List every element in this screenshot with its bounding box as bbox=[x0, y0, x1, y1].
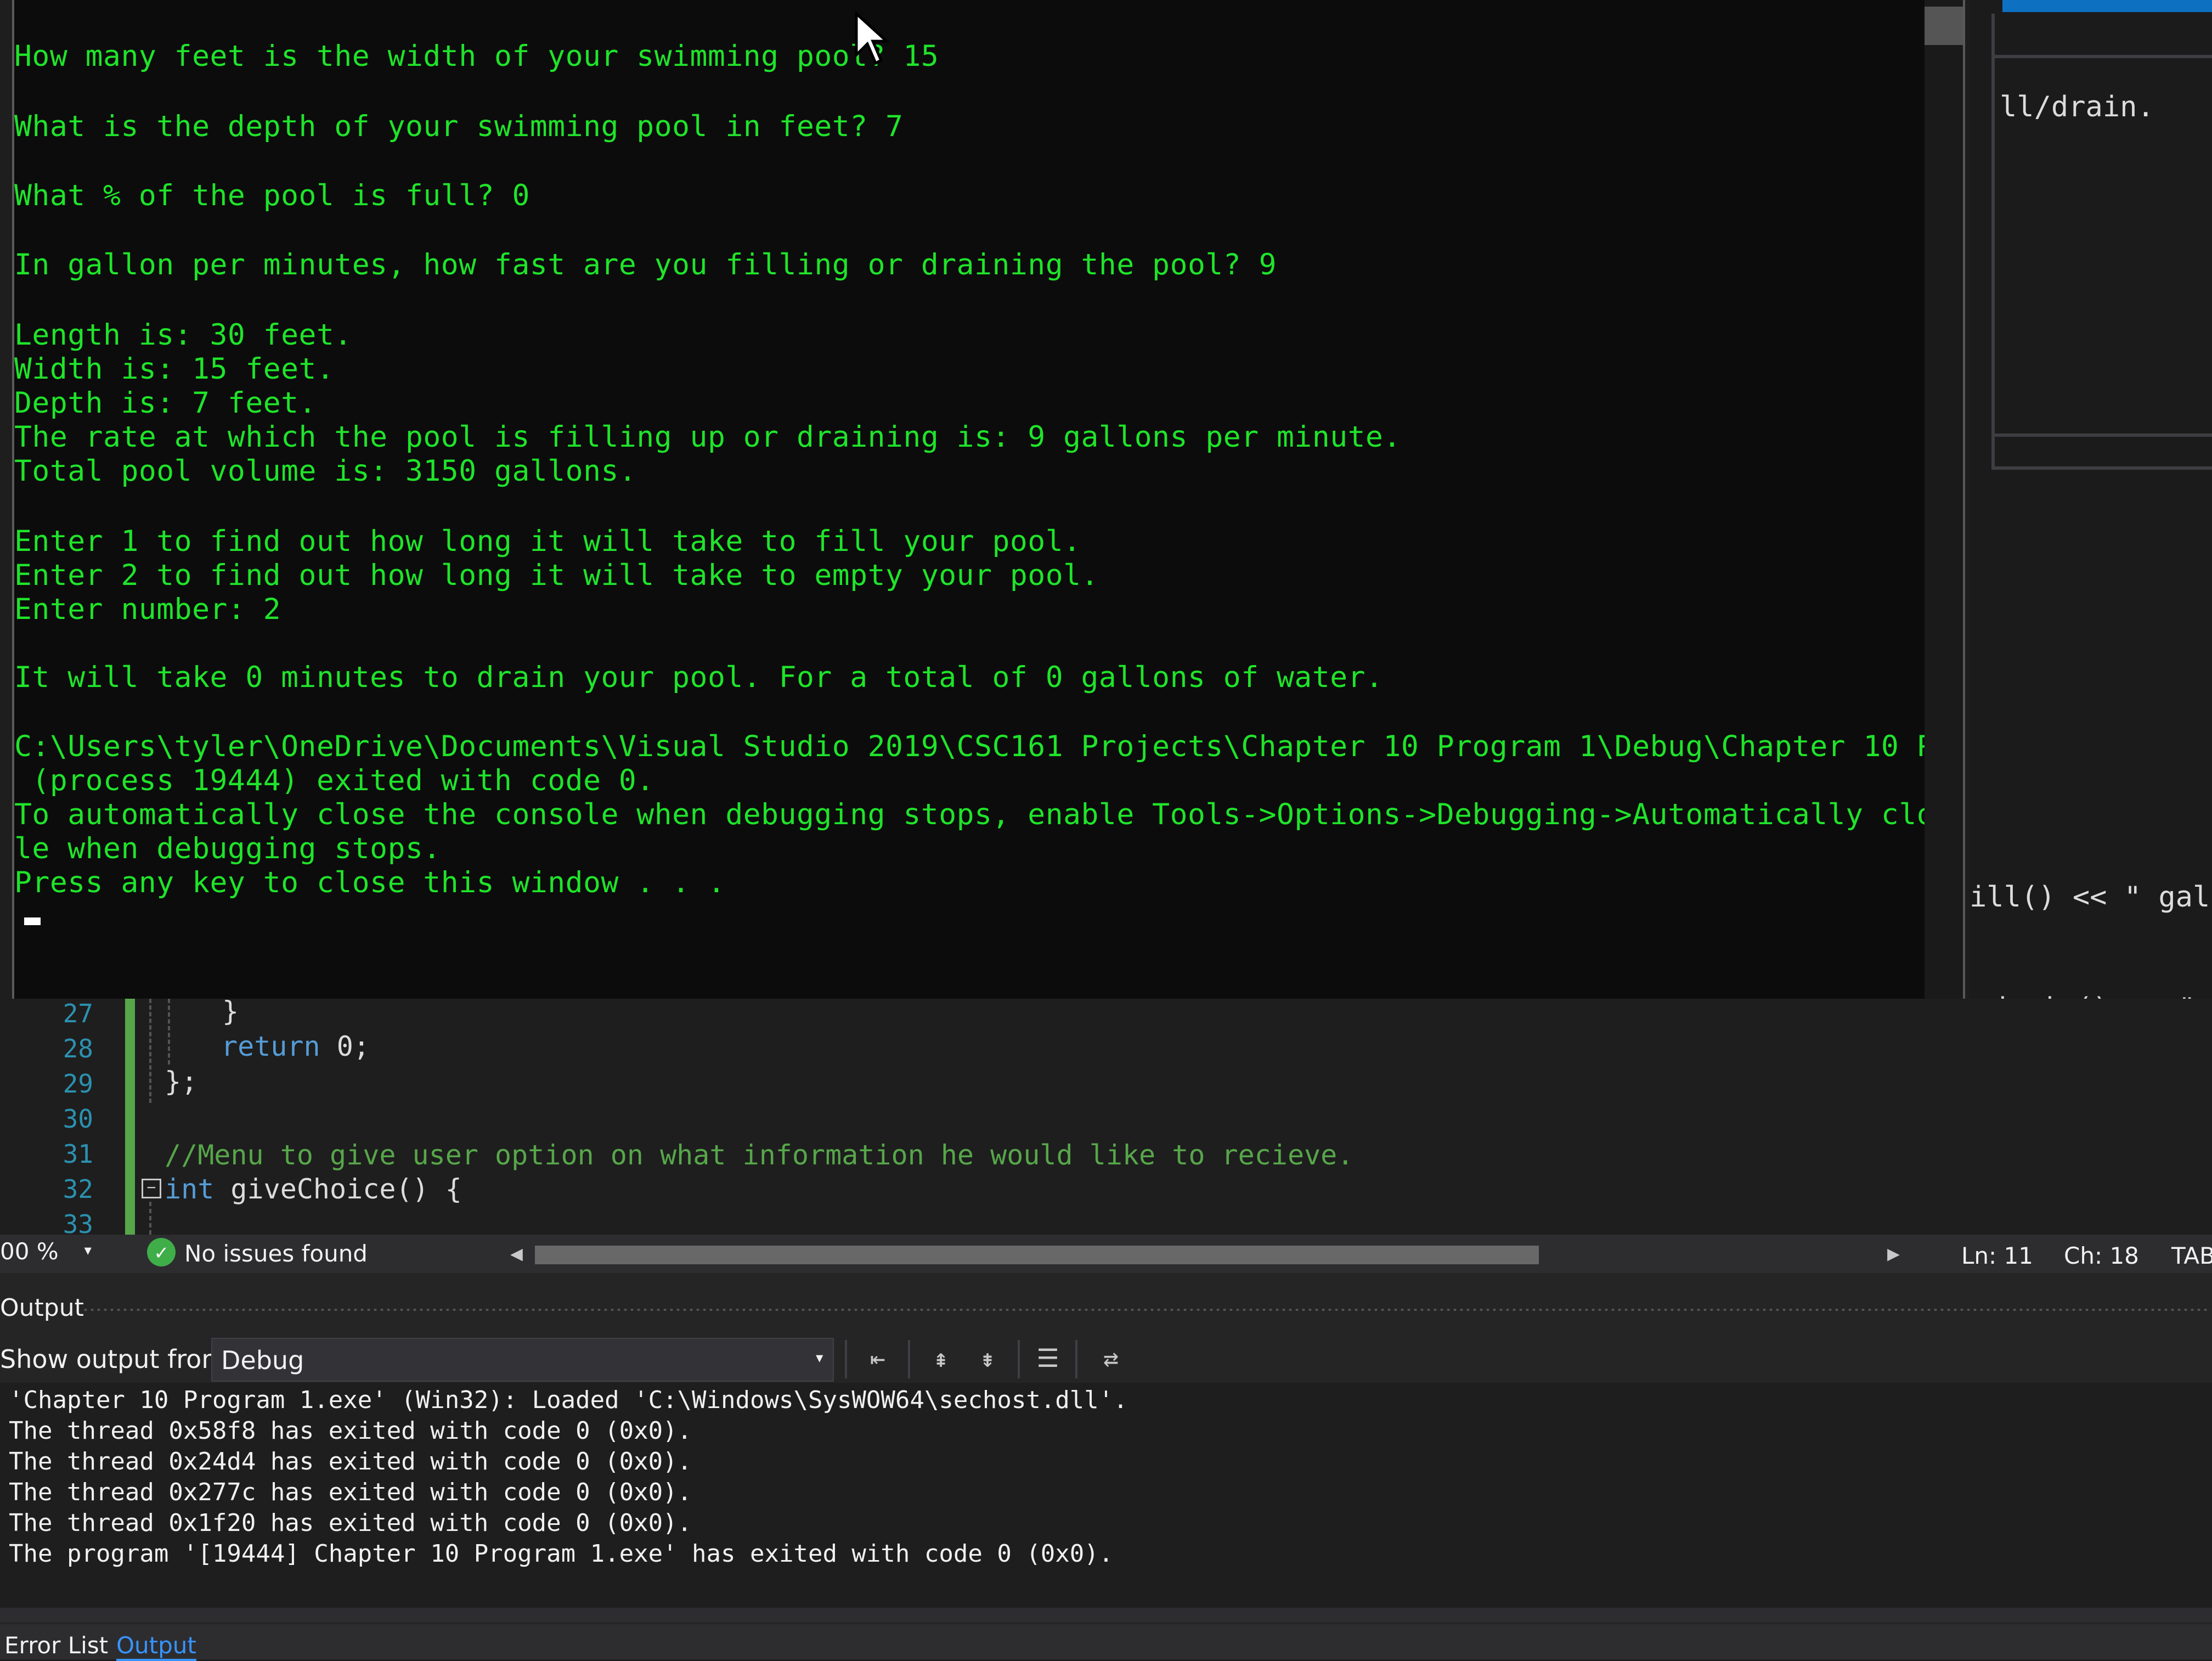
tab-error-list[interactable]: Error List bbox=[4, 1632, 108, 1659]
output-panel: Output Show output from: Debug ▾ ⇤ ⇞ ⇟ ☰… bbox=[0, 1273, 2212, 1659]
editor-status-bar: 00 % ▾ ✓ No issues found ◀ ▶ Ln: 11 Ch: … bbox=[0, 1235, 2212, 1273]
show-output-label: Show output from: bbox=[0, 1344, 235, 1374]
console-line: How many feet is the width of your swimm… bbox=[14, 40, 939, 73]
output-line: The program '[19444] Chapter 10 Program … bbox=[9, 1540, 1114, 1568]
line-number: 30 bbox=[63, 1104, 93, 1134]
code-line: }; bbox=[165, 1066, 198, 1097]
code-comment: //Menu to give user option on what infor… bbox=[165, 1139, 1354, 1171]
issues-status[interactable]: No issues found bbox=[184, 1240, 368, 1267]
code-fragment: ll/drain. bbox=[2000, 91, 2154, 123]
console-line: Length is: 30 feet. bbox=[14, 318, 352, 352]
divider bbox=[1991, 433, 2212, 437]
clear-all-icon[interactable]: ☰ bbox=[1029, 1339, 1067, 1377]
chevron-down-icon: ▾ bbox=[814, 1347, 825, 1369]
go-to-next-icon[interactable]: ⇟ bbox=[968, 1339, 1007, 1377]
output-line: The thread 0x1f20 has exited with code 0… bbox=[9, 1509, 692, 1537]
line-number: 32 bbox=[63, 1174, 93, 1204]
output-line: 'Chapter 10 Program 1.exe' (Win32): Load… bbox=[9, 1386, 1128, 1414]
code-editor[interactable]: 27 28 29 30 31 32 33 } return 0; }; //Me… bbox=[0, 995, 2212, 1239]
code-line: return 0; bbox=[221, 1031, 370, 1062]
tab-output[interactable]: Output bbox=[116, 1632, 196, 1661]
console-line: What is the depth of your swimming pool … bbox=[14, 110, 904, 143]
indent-mode[interactable]: TAB bbox=[2171, 1242, 2212, 1269]
console-line: le when debugging stops. bbox=[14, 832, 441, 865]
line-indicator[interactable]: Ln: 11 bbox=[1961, 1242, 2033, 1269]
indent-guide bbox=[149, 1202, 151, 1235]
code-fragment: ill() << " gallo bbox=[1970, 881, 2212, 914]
indent-guide bbox=[168, 999, 170, 1065]
chevron-down-icon[interactable]: ▾ bbox=[82, 1239, 93, 1261]
console-line: Enter 2 to find out how long it will tak… bbox=[14, 559, 1099, 592]
toolbar-separator bbox=[1075, 1340, 1077, 1378]
check-circle-icon[interactable]: ✓ bbox=[147, 1238, 176, 1266]
line-number: 28 bbox=[63, 1034, 93, 1063]
console-window[interactable]: How many feet is the width of your swimm… bbox=[12, 0, 1965, 1021]
change-indicator bbox=[125, 999, 135, 1235]
scroll-left-icon[interactable]: ◀ bbox=[510, 1241, 523, 1265]
console-line: Press any key to close this window . . . bbox=[14, 866, 726, 899]
tool-window-tabs: Error List Output bbox=[0, 1624, 2212, 1661]
console-scrollbar[interactable]: ⌄ bbox=[1925, 0, 1963, 1018]
line-number: 27 bbox=[63, 999, 93, 1028]
console-line: Enter number: 2 bbox=[14, 593, 281, 626]
console-line: It will take 0 minutes to drain your poo… bbox=[14, 661, 1384, 694]
console-line: Enter 1 to find out how long it will tak… bbox=[14, 525, 1081, 558]
console-line: Total pool volume is: 3150 gallons. bbox=[14, 454, 637, 488]
scroll-right-icon[interactable]: ▶ bbox=[1887, 1241, 1900, 1265]
indent-guide bbox=[149, 999, 151, 1103]
active-tab-accent bbox=[2002, 0, 2212, 12]
console-line: The rate at which the pool is filling up… bbox=[14, 420, 1401, 454]
output-horizontal-scrollbar[interactable] bbox=[0, 1608, 2212, 1622]
background-editor: ll/drain. ill() << " gallo _drain() << "… bbox=[1970, 0, 2212, 1026]
divider bbox=[1991, 55, 2212, 58]
console-line: In gallon per minutes, how fast are you … bbox=[14, 248, 1277, 281]
output-source-dropdown[interactable]: Debug ▾ bbox=[211, 1338, 834, 1382]
panel-title: Output bbox=[0, 1294, 84, 1322]
mouse-pointer-icon bbox=[855, 11, 890, 65]
output-line: The thread 0x58f8 has exited with code 0… bbox=[9, 1417, 692, 1445]
console-line: Depth is: 7 feet. bbox=[14, 386, 317, 420]
collapse-toggle[interactable]: − bbox=[142, 1179, 161, 1198]
code-line: int giveChoice() { bbox=[165, 1173, 462, 1205]
column-indicator[interactable]: Ch: 18 bbox=[2064, 1242, 2139, 1269]
console-line: Width is: 15 feet. bbox=[14, 352, 335, 386]
console-line: C:\Users\tyler\OneDrive\Documents\Visual… bbox=[14, 730, 1965, 763]
go-to-previous-icon[interactable]: ⇞ bbox=[922, 1339, 960, 1377]
line-number: 31 bbox=[63, 1139, 93, 1169]
output-line: The thread 0x277c has exited with code 0… bbox=[9, 1478, 692, 1506]
line-number: 29 bbox=[63, 1069, 93, 1099]
toolbar-separator bbox=[908, 1340, 910, 1378]
toolbar-separator bbox=[845, 1340, 847, 1378]
divider bbox=[1991, 14, 1995, 469]
console-line: (process 19444) exited with code 0. bbox=[14, 764, 654, 797]
toolbar-separator bbox=[1018, 1340, 1020, 1378]
text-cursor bbox=[24, 917, 41, 925]
code-line: } bbox=[222, 995, 239, 1027]
panel-drag-handle[interactable] bbox=[82, 1307, 2211, 1313]
output-line: The thread 0x24d4 has exited with code 0… bbox=[9, 1448, 692, 1476]
output-source-value: Debug bbox=[221, 1345, 304, 1375]
zoom-level[interactable]: 00 % bbox=[0, 1238, 59, 1265]
find-message-code-icon[interactable]: ⇤ bbox=[859, 1339, 897, 1377]
divider bbox=[1991, 466, 2212, 470]
console-line: To automatically close the console when … bbox=[14, 798, 1965, 831]
scrollbar-thumb[interactable] bbox=[535, 1246, 1539, 1264]
console-line: What % of the pool is full? 0 bbox=[14, 179, 530, 212]
output-text-area[interactable]: 'Chapter 10 Program 1.exe' (Win32): Load… bbox=[0, 1383, 2212, 1613]
scrollbar-thumb[interactable] bbox=[1925, 7, 1963, 45]
toggle-word-wrap-icon[interactable]: ⇄ bbox=[1092, 1339, 1130, 1377]
